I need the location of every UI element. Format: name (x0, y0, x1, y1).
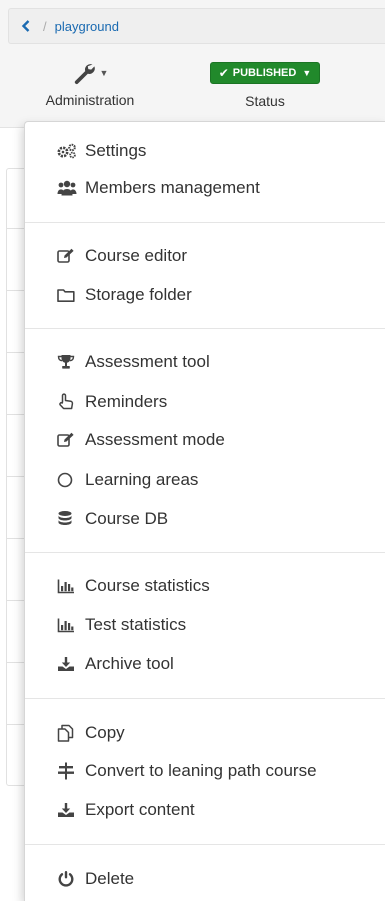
administration-label: Administration (45, 92, 135, 108)
menu-item-test-statistics[interactable]: Test statistics (25, 606, 385, 644)
administration-dropdown[interactable]: ▼ Administration (30, 58, 150, 108)
users-icon (57, 178, 79, 198)
menu-item-course-db[interactable]: Course DB (25, 500, 385, 538)
convert-icon (57, 761, 79, 781)
menu-item-label: Settings (85, 141, 147, 160)
bar-chart-icon (57, 615, 79, 635)
menu-divider (25, 844, 385, 845)
menu-item-label: Reminders (85, 392, 168, 411)
menu-item-label: Members management (85, 178, 260, 197)
menu-item-label: Archive tool (85, 654, 174, 673)
menu-divider (25, 222, 385, 223)
status-label: Status (245, 93, 285, 109)
download-icon (57, 800, 79, 820)
menu-item-archive-tool[interactable]: Archive tool (25, 645, 385, 683)
power-icon (57, 869, 79, 889)
menu-item-reminders[interactable]: Reminders (25, 383, 385, 421)
menu-item-copy[interactable]: Copy (25, 714, 385, 752)
download-icon (57, 654, 79, 674)
menu-item-label: Assessment tool (85, 352, 210, 371)
copy-icon (57, 723, 79, 743)
course-toolbar: / playground ▼ Administration ✔ PUBLISHE… (0, 0, 385, 128)
menu-item-label: Assessment mode (85, 430, 225, 449)
check-icon: ✔ (218, 66, 229, 80)
database-icon (57, 509, 79, 529)
menu-item-label: Copy (85, 723, 125, 742)
menu-divider (25, 552, 385, 553)
menu-item-convert-to-learning-path[interactable]: Convert to leaning path course (25, 752, 385, 790)
menu-item-settings[interactable]: Settings (25, 132, 385, 170)
trophy-icon (57, 352, 79, 372)
menu-item-course-editor[interactable]: Course editor (25, 237, 385, 275)
edit-icon (57, 430, 79, 450)
menu-item-storage-folder[interactable]: Storage folder (25, 276, 385, 314)
menu-item-label: Delete (85, 869, 135, 888)
menu-item-label: Learning areas (85, 470, 199, 489)
menu-item-label: Export content (85, 800, 195, 819)
hand-pointer-icon (57, 392, 79, 412)
menu-item-label: Test statistics (85, 615, 187, 634)
chevron-down-icon: ▼ (99, 68, 109, 78)
status-dropdown[interactable]: ✔ PUBLISHED ▼ Status (196, 62, 334, 109)
breadcrumb-current[interactable]: playground (55, 19, 119, 34)
chevron-down-icon: ▼ (302, 68, 312, 78)
chevron-left-icon[interactable] (21, 20, 37, 32)
menu-item-label: Course statistics (85, 576, 210, 595)
menu-item-delete[interactable]: Delete (25, 860, 385, 898)
menu-item-export-content[interactable]: Export content (25, 791, 385, 829)
gears-icon (57, 141, 79, 161)
menu-divider (25, 698, 385, 699)
menu-item-label: Course editor (85, 246, 188, 265)
edit-icon (57, 246, 79, 266)
menu-item-learning-areas[interactable]: Learning areas (25, 461, 385, 499)
administration-menu: Settings Members management Course edito… (24, 121, 385, 901)
wrench-icon (72, 61, 96, 85)
published-status-button[interactable]: ✔ PUBLISHED ▼ (209, 62, 321, 84)
circle-icon (57, 470, 79, 490)
menu-item-assessment-tool[interactable]: Assessment tool (25, 343, 385, 381)
menu-item-members-management[interactable]: Members management (25, 169, 385, 207)
breadcrumb-separator: / (43, 18, 47, 34)
breadcrumb: / playground (8, 8, 385, 44)
menu-divider (25, 328, 385, 329)
bar-chart-icon (57, 576, 79, 596)
menu-item-course-statistics[interactable]: Course statistics (25, 567, 385, 605)
folder-icon (57, 285, 79, 305)
menu-item-assessment-mode[interactable]: Assessment mode (25, 421, 385, 459)
menu-item-label: Course DB (85, 509, 169, 528)
published-label: PUBLISHED (232, 67, 297, 79)
menu-item-label: Convert to leaning path course (85, 761, 317, 780)
menu-item-label: Storage folder (85, 285, 192, 304)
